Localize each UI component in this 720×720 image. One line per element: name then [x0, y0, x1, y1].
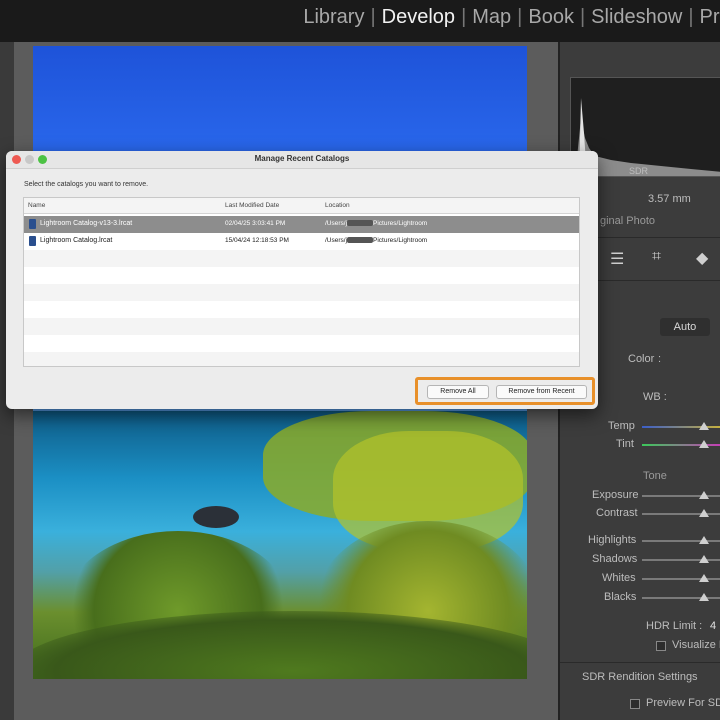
hdr-limit-label: HDR Limit : — [646, 620, 703, 632]
whites-slider-thumb[interactable] — [699, 574, 709, 582]
preview-for-sdr-label: Preview For SD — [646, 697, 720, 709]
empty-table-row — [24, 352, 579, 366]
original-photo-label: ginal Photo — [600, 215, 656, 227]
catalog-location: /Users/j Pictures/Lightroom — [325, 237, 427, 244]
histogram-sdr-label: SDR — [629, 166, 649, 176]
catalog-location-prefix: /Users/j — [325, 220, 348, 227]
exposure-slider-thumb[interactable] — [699, 491, 709, 499]
focal-length: 3.57 mm — [648, 193, 691, 205]
sdr-rendition-settings-label[interactable]: SDR Rendition Settings — [582, 671, 698, 683]
crop-icon[interactable]: ⌗ — [652, 248, 661, 266]
catalog-name: Lightroom Catalog-v13-3.lrcat — [40, 220, 133, 227]
blacks-label: Blacks — [604, 591, 637, 603]
tint-slider-thumb[interactable] — [699, 440, 709, 448]
hdr-limit-value[interactable]: 4 — [710, 620, 716, 632]
lightroom-window: Library | Develop | Map | Book | Slidesh… — [0, 0, 720, 720]
empty-table-row — [24, 318, 579, 335]
highlights-slider-thumb[interactable] — [699, 536, 709, 544]
module-print[interactable]: Pri — [694, 6, 720, 29]
catalog-location-suffix: Pictures/Lightroom — [373, 237, 428, 244]
white-balance-label[interactable]: WB : — [643, 391, 667, 403]
module-picker-bar: Library | Develop | Map | Book | Slidesh… — [0, 0, 720, 42]
exposure-label: Exposure — [592, 489, 639, 501]
preview-for-sdr-checkbox[interactable] — [630, 699, 640, 709]
redacted-username — [347, 237, 374, 244]
catalog-modified-date: 15/04/24 12:18:53 PM — [225, 237, 289, 244]
catalog-row[interactable]: Lightroom Catalog.lrcat 15/04/24 12:18:5… — [24, 233, 579, 250]
module-list: Library | Develop | Map | Book | Slidesh… — [297, 6, 720, 29]
catalog-name: Lightroom Catalog.lrcat — [40, 237, 113, 244]
redacted-username — [347, 220, 374, 227]
photo-rock — [193, 506, 239, 528]
panel-divider — [560, 662, 720, 663]
catalog-row[interactable]: Lightroom Catalog-v13-3.lrcat 02/04/25 3… — [24, 216, 579, 233]
catalog-location: /Users/j Pictures/Lightroom — [325, 220, 427, 227]
module-slideshow[interactable]: Slideshow — [585, 6, 688, 29]
catalog-location-prefix: /Users/j — [325, 237, 348, 244]
catalog-file-icon — [29, 219, 36, 229]
dialog-titlebar: Manage Recent Catalogs — [6, 151, 598, 169]
temp-label: Temp — [608, 420, 635, 432]
catalog-modified-date: 02/04/25 3:03:41 PM — [225, 220, 286, 227]
dialog-instruction: Select the catalogs you want to remove. — [24, 181, 149, 188]
module-develop[interactable]: Develop — [376, 6, 461, 29]
catalog-table: Name Last Modified Date Location Lightro… — [23, 197, 580, 367]
manage-recent-catalogs-dialog: Manage Recent Catalogs Select the catalo… — [6, 151, 598, 409]
remove-all-button[interactable]: Remove All — [427, 385, 489, 399]
highlighted-button-group: Remove All Remove from Recent — [415, 377, 595, 405]
empty-table-row — [24, 267, 579, 284]
blacks-slider-thumb[interactable] — [699, 593, 709, 601]
eraser-icon[interactable]: ◆ — [696, 248, 708, 268]
color-treatment-label[interactable]: Color — [628, 353, 654, 365]
temp-slider-thumb[interactable] — [699, 422, 709, 430]
contrast-label: Contrast — [596, 507, 638, 519]
highlights-label: Highlights — [588, 534, 637, 546]
empty-table-row — [24, 284, 579, 301]
tone-label: Tone — [643, 470, 667, 482]
chevron-icon: : — [658, 353, 662, 365]
visualize-hdr-label: Visualize H — [672, 639, 720, 651]
edit-sliders-icon[interactable]: ☰ — [610, 249, 624, 269]
remove-from-recent-button[interactable]: Remove from Recent — [496, 385, 587, 399]
auto-button[interactable]: Auto — [660, 318, 710, 336]
tint-label: Tint — [616, 438, 634, 450]
whites-label: Whites — [602, 572, 636, 584]
shadows-label: Shadows — [592, 553, 638, 565]
column-header-last-modified[interactable]: Last Modified Date — [225, 202, 279, 209]
dialog-title: Manage Recent Catalogs — [254, 154, 350, 163]
empty-table-row — [24, 335, 579, 352]
module-map[interactable]: Map — [466, 6, 517, 29]
module-book[interactable]: Book — [522, 6, 580, 29]
catalog-table-header: Name Last Modified Date Location — [24, 198, 579, 214]
photo-lake — [33, 411, 527, 679]
empty-table-row — [24, 301, 579, 318]
column-header-location[interactable]: Location — [325, 202, 350, 209]
catalog-file-icon — [29, 236, 36, 246]
module-library[interactable]: Library — [297, 6, 370, 29]
contrast-slider-thumb[interactable] — [699, 509, 709, 517]
shadows-slider-thumb[interactable] — [699, 555, 709, 563]
catalog-location-suffix: Pictures/Lightroom — [373, 220, 428, 227]
visualize-hdr-checkbox[interactable] — [656, 641, 666, 651]
column-header-name[interactable]: Name — [28, 202, 45, 209]
empty-table-row — [24, 250, 579, 267]
